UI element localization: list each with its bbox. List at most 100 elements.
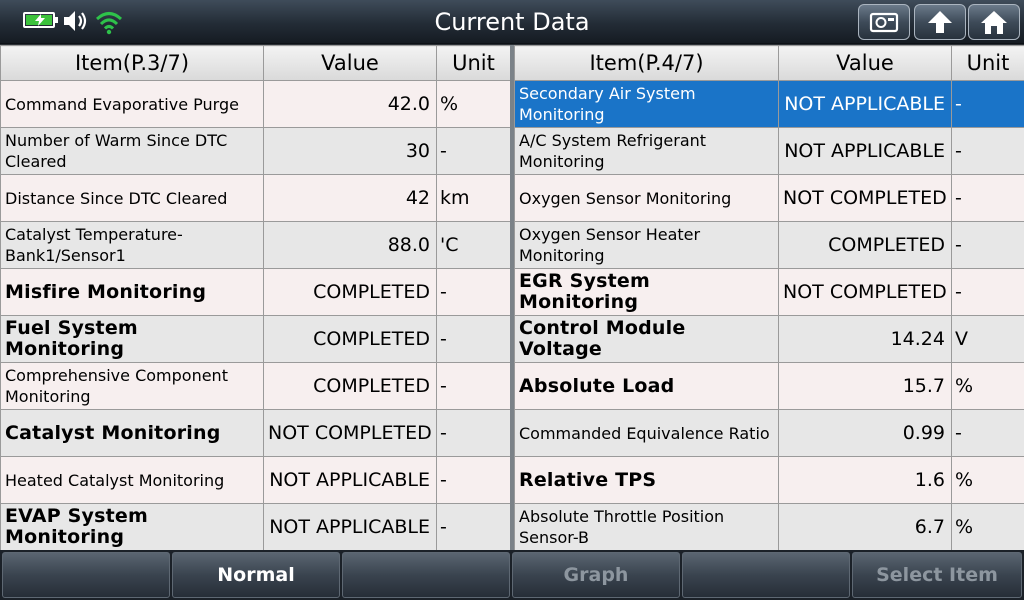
unit-cell: -: [951, 174, 1024, 222]
bottom-toolbar: Normal Graph Select Item: [0, 550, 1024, 600]
unit-cell: 'C: [436, 221, 511, 269]
value-cell: NOT APPLICABLE: [263, 456, 437, 504]
unit-cell: -: [951, 221, 1024, 269]
item-cell: Catalyst Temperature-Bank1/Sensor1: [0, 221, 264, 269]
value-column-header: Value: [263, 45, 437, 81]
unit-cell: -: [951, 127, 1024, 175]
table-row[interactable]: Catalyst Temperature-Bank1/Sensor1 88.0 …: [0, 221, 511, 269]
unit-cell: -: [436, 127, 511, 175]
value-cell: NOT APPLICABLE: [778, 80, 952, 128]
screenshot-button[interactable]: [858, 4, 910, 40]
value-cell: 42: [263, 174, 437, 222]
unit-cell: km: [436, 174, 511, 222]
unit-cell: %: [951, 362, 1024, 410]
unit-column-header: Unit: [436, 45, 511, 81]
unit-cell: -: [436, 362, 511, 410]
left-data-table-panel: Item(P.3/7) Value Unit Command Evaporati…: [0, 45, 511, 551]
item-cell: Comprehensive Component Monitoring: [0, 362, 264, 410]
value-cell: 6.7: [778, 503, 952, 551]
unit-cell: -: [951, 268, 1024, 316]
toolbar-button-1[interactable]: [2, 552, 170, 598]
item-cell: Control Module Voltage: [514, 315, 779, 363]
table-row[interactable]: EGR System Monitoring NOT COMPLETED -: [514, 268, 1024, 316]
table-row[interactable]: Catalyst Monitoring NOT COMPLETED -: [0, 409, 511, 457]
normal-button[interactable]: Normal: [172, 552, 340, 598]
unit-cell: %: [436, 80, 511, 128]
item-cell: EGR System Monitoring: [514, 268, 779, 316]
toolbar-button-5[interactable]: [682, 552, 850, 598]
unit-cell: -: [436, 315, 511, 363]
table-row[interactable]: Control Module Voltage 14.24 V: [514, 315, 1024, 363]
value-cell: COMPLETED: [778, 221, 952, 269]
table-row[interactable]: Heated Catalyst Monitoring NOT APPLICABL…: [0, 456, 511, 504]
unit-cell: -: [436, 268, 511, 316]
item-cell: Fuel System Monitoring: [0, 315, 264, 363]
home-button[interactable]: [968, 4, 1020, 40]
unit-cell: -: [951, 409, 1024, 457]
value-cell: 42.0: [263, 80, 437, 128]
right-data-table: Item(P.4/7) Value Unit Secondary Air Sys…: [514, 45, 1024, 551]
value-cell: COMPLETED: [263, 268, 437, 316]
unit-cell: -: [436, 503, 511, 551]
table-row[interactable]: Commanded Equivalence Ratio 0.99 -: [514, 409, 1024, 457]
value-cell: 14.24: [778, 315, 952, 363]
unit-column-header: Unit: [951, 45, 1024, 81]
left-data-table: Item(P.3/7) Value Unit Command Evaporati…: [0, 45, 511, 551]
table-row[interactable]: Fuel System Monitoring COMPLETED -: [0, 315, 511, 363]
item-cell: Oxygen Sensor Monitoring: [514, 174, 779, 222]
table-row[interactable]: Oxygen Sensor Heater Monitoring COMPLETE…: [514, 221, 1024, 269]
unit-cell: -: [436, 409, 511, 457]
title-bar: Current Data: [0, 0, 1024, 44]
value-cell: 15.7: [778, 362, 952, 410]
value-column-header: Value: [778, 45, 952, 81]
item-cell: Distance Since DTC Cleared: [0, 174, 264, 222]
item-column-header: Item(P.4/7): [514, 45, 779, 81]
value-cell: 88.0: [263, 221, 437, 269]
value-cell: NOT COMPLETED: [778, 174, 952, 222]
item-cell: Number of Warm Since DTC Cleared: [0, 127, 264, 175]
item-cell: Secondary Air System Monitoring: [514, 80, 779, 128]
table-row[interactable]: Misfire Monitoring COMPLETED -: [0, 268, 511, 316]
table-row[interactable]: Absolute Throttle Position Sensor-B 6.7 …: [514, 503, 1024, 551]
table-row[interactable]: Distance Since DTC Cleared 42 km: [0, 174, 511, 222]
unit-cell: %: [951, 456, 1024, 504]
item-cell: Oxygen Sensor Heater Monitoring: [514, 221, 779, 269]
item-cell: Relative TPS: [514, 456, 779, 504]
table-row[interactable]: Relative TPS 1.6 %: [514, 456, 1024, 504]
value-cell: NOT COMPLETED: [778, 268, 952, 316]
value-cell: 1.6: [778, 456, 952, 504]
up-arrow-icon: [928, 11, 952, 33]
item-cell: Absolute Throttle Position Sensor-B: [514, 503, 779, 551]
value-cell: NOT APPLICABLE: [778, 127, 952, 175]
table-row[interactable]: Number of Warm Since DTC Cleared 30 -: [0, 127, 511, 175]
camera-icon: [869, 12, 899, 33]
item-cell: Catalyst Monitoring: [0, 409, 264, 457]
select-item-button[interactable]: Select Item: [852, 552, 1022, 598]
value-cell: NOT APPLICABLE: [263, 503, 437, 551]
item-cell: Heated Catalyst Monitoring: [0, 456, 264, 504]
item-cell: Command Evaporative Purge: [0, 80, 264, 128]
table-row[interactable]: Command Evaporative Purge 42.0 %: [0, 80, 511, 128]
value-cell: COMPLETED: [263, 315, 437, 363]
item-cell: A/C System Refrigerant Monitoring: [514, 127, 779, 175]
item-cell: Misfire Monitoring: [0, 268, 264, 316]
back-up-button[interactable]: [914, 4, 966, 40]
table-row[interactable]: Comprehensive Component Monitoring COMPL…: [0, 362, 511, 410]
table-row[interactable]: A/C System Refrigerant Monitoring NOT AP…: [514, 127, 1024, 175]
table-row[interactable]: EVAP System Monitoring NOT APPLICABLE -: [0, 503, 511, 551]
table-row[interactable]: Absolute Load 15.7 %: [514, 362, 1024, 410]
item-column-header: Item(P.3/7): [0, 45, 264, 81]
unit-cell: V: [951, 315, 1024, 363]
table-row[interactable]: Oxygen Sensor Monitoring NOT COMPLETED -: [514, 174, 1024, 222]
unit-cell: -: [951, 80, 1024, 128]
home-icon: [981, 11, 1007, 34]
item-cell: Absolute Load: [514, 362, 779, 410]
table-row-selected[interactable]: Secondary Air System Monitoring NOT APPL…: [514, 80, 1024, 128]
toolbar-button-3[interactable]: [342, 552, 510, 598]
graph-button[interactable]: Graph: [512, 552, 680, 598]
right-data-table-panel: Item(P.4/7) Value Unit Secondary Air Sys…: [514, 45, 1024, 551]
item-cell: Commanded Equivalence Ratio: [514, 409, 779, 457]
unit-cell: -: [436, 456, 511, 504]
value-cell: COMPLETED: [263, 362, 437, 410]
item-cell: EVAP System Monitoring: [0, 503, 264, 551]
